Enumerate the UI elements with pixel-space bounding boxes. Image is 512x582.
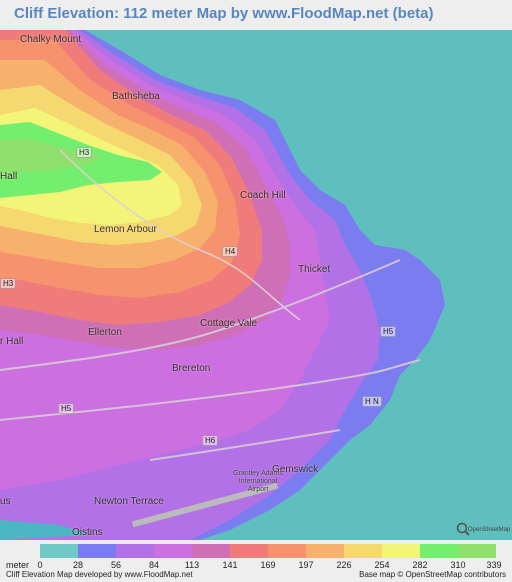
legend-swatch — [230, 544, 268, 558]
legend-unit: meter — [6, 560, 30, 570]
legend-swatch — [382, 544, 420, 558]
page-title: Cliff Elevation: 112 meter Map by www.Fl… — [14, 5, 434, 22]
osm-logo-text: OpenStreetMap — [468, 527, 511, 533]
place-newton-terrace: Newton Terrace — [94, 496, 164, 507]
legend-tick: 28 — [72, 560, 84, 570]
map-canvas — [0, 30, 512, 540]
legend-tick: 254 — [374, 560, 390, 570]
place-oistins: Oistins — [72, 527, 103, 538]
place-coach-hill: Coach Hill — [240, 190, 286, 201]
legend-swatch — [78, 544, 116, 558]
legend-tick: 282 — [412, 560, 428, 570]
place-lemon-arbour: Lemon Arbour — [94, 224, 157, 235]
place-hall-north: Hall — [0, 171, 18, 182]
legend-swatch — [154, 544, 192, 558]
legend-tick: 169 — [260, 560, 276, 570]
legend-tick: 141 — [222, 560, 238, 570]
place-hall-west: r Hall — [0, 336, 24, 347]
place-brereton: Brereton — [172, 363, 211, 374]
road-label-h6: H6 — [202, 435, 219, 446]
elevation-map[interactable]: Chalky Mount Bathsheba Coach Hill Lemon … — [0, 30, 512, 540]
legend-tick: 56 — [110, 560, 122, 570]
legend-swatch — [40, 544, 78, 558]
road-label-h5-west: H5 — [58, 403, 75, 414]
legend-swatch — [306, 544, 344, 558]
road-label-h4: H4 — [222, 246, 239, 257]
legend-tick: 84 — [148, 560, 160, 570]
title-bar: Cliff Elevation: 112 meter Map by www.Fl… — [0, 0, 512, 30]
legend-tick: 310 — [450, 560, 466, 570]
legend-swatch — [116, 544, 154, 558]
airport-label: Grantley Adams International Airport — [233, 470, 283, 493]
place-chalky-mount: Chalky Mount — [20, 34, 82, 45]
footer-basemap-credit: Base map © OpenStreetMap contributors — [359, 570, 506, 579]
legend-swatch — [420, 544, 458, 558]
legend-swatch — [344, 544, 382, 558]
road-label-h5-east: H5 — [380, 326, 397, 337]
place-us: us — [0, 496, 11, 507]
road-label-hn: H N — [362, 396, 382, 407]
footer-credit: Cliff Elevation Map developed by www.Flo… — [6, 570, 193, 579]
elevation-legend: meter 0 28 56 84 113 141 169 197 226 254… — [0, 540, 512, 582]
legend-swatch — [192, 544, 230, 558]
legend-tick: 113 — [184, 560, 200, 570]
legend-swatch — [268, 544, 306, 558]
road-label-h3: H3 — [76, 147, 93, 158]
legend-tick: 339 — [486, 560, 502, 570]
road-label-h3-west: H3 — [0, 278, 17, 289]
place-bathsheba: Bathsheba — [112, 91, 160, 102]
legend-swatches — [40, 544, 496, 558]
legend-tick: 226 — [336, 560, 352, 570]
place-ellerton: Ellerton — [88, 327, 122, 338]
place-cottage-vale: Cottage Vale — [200, 318, 258, 329]
legend-tick: 0 — [37, 560, 43, 570]
legend-tick: 197 — [298, 560, 314, 570]
openstreetmap-logo: OpenStreetMap — [456, 522, 510, 540]
legend-swatch — [458, 544, 496, 558]
place-thicket: Thicket — [298, 264, 331, 275]
